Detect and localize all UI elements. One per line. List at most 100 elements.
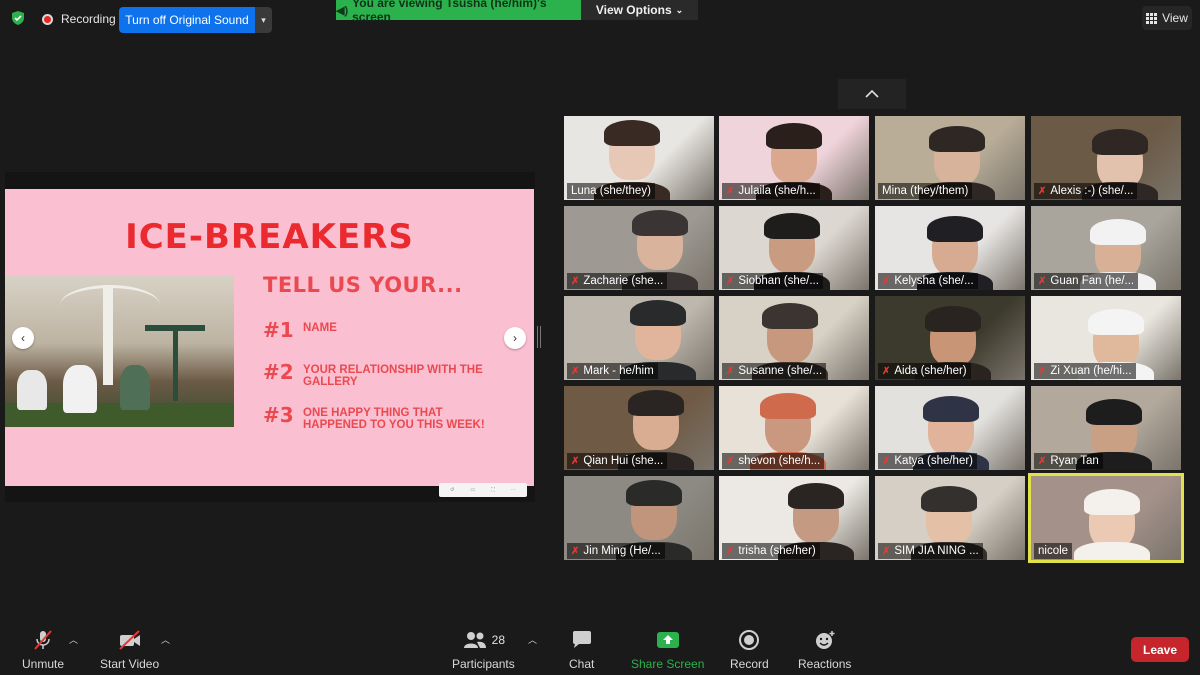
participant-name: Zi Xuan (he/hi... bbox=[1050, 365, 1132, 377]
record-button[interactable]: Record bbox=[730, 629, 769, 671]
viewing-banner-text: You are viewing Tsusha (he/him)'s screen bbox=[352, 0, 547, 24]
participant-name: Alexis :-) (she/... bbox=[1050, 185, 1134, 197]
participant-video-tile[interactable]: ✗ Siobhan (she/... bbox=[719, 206, 869, 290]
gallery-photo bbox=[5, 275, 234, 427]
top-bar: Recording Turn off Original Sound ▾ ◀) Y… bbox=[0, 0, 1200, 36]
speaker-icon: ◀) bbox=[336, 4, 349, 17]
leave-button[interactable]: Leave bbox=[1131, 637, 1189, 662]
participant-name: Siobhan (she/... bbox=[738, 275, 819, 287]
participant-body bbox=[1074, 542, 1150, 560]
participant-video-tile[interactable]: ✗ SIM JIA NING ... bbox=[875, 476, 1025, 560]
participant-video-tile[interactable]: ✗ shevon (she/h... bbox=[719, 386, 869, 470]
slide-subtitle: TELL US YOUR... bbox=[263, 273, 463, 297]
participant-name-label: ✗ Mark - he/him bbox=[567, 363, 658, 379]
participant-video-tile[interactable]: ✗ trisha (she/her) bbox=[719, 476, 869, 560]
reactions-label: Reactions bbox=[798, 657, 852, 671]
participant-name-label: ✗ Ryan Tan bbox=[1034, 453, 1103, 469]
participant-video-tile[interactable]: ✗ Ryan Tan bbox=[1031, 386, 1181, 470]
participant-video-tile[interactable]: ✗ Guan Fan (he/... bbox=[1031, 206, 1181, 290]
participant-video-tile[interactable]: ✗ Kelysha (she/... bbox=[875, 206, 1025, 290]
slide-prev-button[interactable]: ‹ bbox=[12, 327, 34, 349]
participant-video-tile[interactable]: ✗ Aida (she/her) bbox=[875, 296, 1025, 380]
muted-mic-icon: ✗ bbox=[882, 275, 891, 287]
more-icon[interactable]: ⋯ bbox=[511, 487, 516, 493]
muted-mic-icon: ✗ bbox=[1038, 365, 1047, 377]
participant-name: Katya (she/her) bbox=[894, 455, 974, 467]
participants-button[interactable]: 28 Participants bbox=[452, 629, 515, 671]
start-video-label: Start Video bbox=[100, 657, 160, 671]
view-label: View bbox=[1162, 11, 1188, 25]
participant-name-label: ✗ Jin Ming (He/... bbox=[567, 543, 665, 559]
participant-name: trisha (she/her) bbox=[738, 545, 816, 557]
participant-video-tile[interactable]: ✗ Alexis :-) (she/... bbox=[1031, 116, 1181, 200]
gallery-scroll-up-button[interactable] bbox=[838, 79, 906, 109]
grid-view-icon bbox=[1146, 12, 1158, 24]
participant-video-tile[interactable]: Mina (they/them) bbox=[875, 116, 1025, 200]
microphone-muted-icon bbox=[31, 629, 55, 651]
participant-video-tile[interactable]: ✗ Jin Ming (He/... bbox=[564, 476, 714, 560]
participants-count: 28 bbox=[491, 633, 506, 647]
muted-mic-icon: ✗ bbox=[571, 365, 580, 377]
unmute-button[interactable]: Unmute bbox=[22, 629, 64, 671]
participant-name-label: ✗ Susanne (she/... bbox=[722, 363, 827, 379]
muted-mic-icon: ✗ bbox=[1038, 455, 1047, 467]
video-off-icon bbox=[117, 629, 143, 651]
participant-video-tile[interactable]: ✗ Julaila (she/h... bbox=[719, 116, 869, 200]
chevron-up-icon bbox=[865, 89, 879, 98]
video-options-caret-icon[interactable]: ︿ bbox=[161, 633, 170, 646]
audio-options-caret-icon[interactable]: ︿ bbox=[69, 633, 78, 646]
participant-name-label: ✗ Julaila (she/h... bbox=[722, 183, 820, 199]
view-options-label: View Options bbox=[595, 3, 672, 17]
participants-options-caret-icon[interactable]: ︿ bbox=[528, 633, 537, 646]
participant-name-label: Mina (they/them) bbox=[878, 183, 973, 199]
slide-next-button[interactable]: › bbox=[504, 327, 526, 349]
security-shield-icon[interactable] bbox=[10, 10, 26, 26]
participant-video-tile[interactable]: Luna (she/they) bbox=[564, 116, 714, 200]
muted-mic-icon: ✗ bbox=[726, 455, 735, 467]
participant-name-label: ✗ shevon (she/h... bbox=[722, 453, 825, 469]
slide-item-text: ONE HAPPY THING THAT HAPPENED TO YOU THI… bbox=[303, 407, 485, 431]
presentation-slide: ICE-BREAKERS TELL US YOUR... #1 NAME #2 … bbox=[5, 189, 534, 497]
slide-controls[interactable]: ↺ ▭ ⛶ ⋯ bbox=[439, 483, 527, 497]
muted-mic-icon: ✗ bbox=[882, 365, 891, 377]
participant-name-label: ✗ Zi Xuan (he/hi... bbox=[1034, 363, 1136, 379]
participants-icon-group: 28 bbox=[462, 629, 505, 651]
view-button[interactable]: View bbox=[1142, 6, 1192, 30]
split-divider-handle[interactable] bbox=[537, 326, 541, 348]
muted-mic-icon: ✗ bbox=[726, 185, 735, 197]
participant-name: Susanne (she/... bbox=[738, 365, 823, 377]
slide-item-1: #1 NAME bbox=[263, 319, 503, 341]
view-options-button[interactable]: View Options ⌄ bbox=[581, 0, 698, 20]
undo-icon[interactable]: ↺ bbox=[450, 487, 454, 493]
participant-video-tile[interactable]: nicole bbox=[1028, 473, 1184, 563]
record-label: Record bbox=[730, 657, 769, 671]
participant-name-label: ✗ SIM JIA NING ... bbox=[878, 543, 983, 559]
participant-video-tile[interactable]: ✗ Qian Hui (she... bbox=[564, 386, 714, 470]
share-screen-icon bbox=[656, 629, 680, 651]
start-video-button[interactable]: Start Video bbox=[100, 629, 159, 671]
fullscreen-icon[interactable]: ⛶ bbox=[491, 487, 495, 493]
chat-button[interactable]: Chat bbox=[569, 629, 594, 671]
participant-video-tile[interactable]: ✗ Zi Xuan (he/hi... bbox=[1031, 296, 1181, 380]
participant-video-tile[interactable]: ✗ Susanne (she/... bbox=[719, 296, 869, 380]
participant-name: Mina (they/them) bbox=[882, 185, 969, 197]
participant-name-label: ✗ Zacharie (she... bbox=[567, 273, 668, 289]
share-screen-button[interactable]: Share Screen bbox=[631, 629, 704, 671]
participant-name: Guan Fan (he/... bbox=[1050, 275, 1135, 287]
recording-dot-icon bbox=[42, 13, 53, 25]
original-sound-dropdown-caret-icon[interactable]: ▾ bbox=[255, 7, 272, 33]
chevron-down-icon: ⌄ bbox=[675, 4, 684, 15]
muted-mic-icon: ✗ bbox=[726, 545, 735, 557]
participant-name: Mark - he/him bbox=[583, 365, 654, 377]
participant-video-tile[interactable]: ✗ Mark - he/him bbox=[564, 296, 714, 380]
slide-item-number: #1 bbox=[263, 318, 294, 342]
participant-video-tile[interactable]: ✗ Zacharie (she... bbox=[564, 206, 714, 290]
participant-name-label: nicole bbox=[1034, 543, 1073, 559]
muted-mic-icon: ✗ bbox=[882, 545, 891, 557]
reactions-button[interactable]: Reactions bbox=[798, 629, 851, 671]
recording-indicator[interactable]: Recording bbox=[42, 12, 116, 26]
participant-video-tile[interactable]: ✗ Katya (she/her) bbox=[875, 386, 1025, 470]
slide-title: ICE-BREAKERS bbox=[125, 217, 414, 257]
reactions-icon bbox=[813, 629, 837, 651]
original-sound-button[interactable]: Turn off Original Sound bbox=[119, 7, 255, 33]
